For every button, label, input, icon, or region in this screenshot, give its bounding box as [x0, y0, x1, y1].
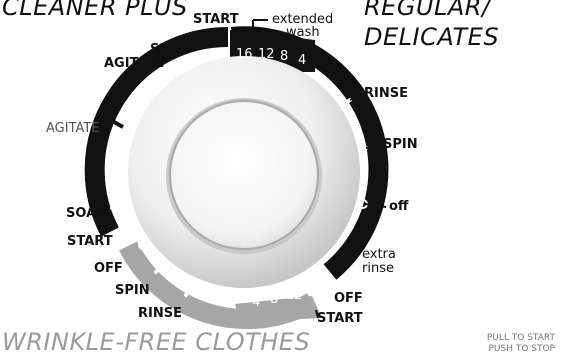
wrinkle-free-title: WRINKLE-FREE CLOTHES [2, 328, 311, 356]
regular-spin-label: SPIN [383, 137, 418, 152]
extra-rinse-off-label: OFF [334, 291, 363, 306]
extended-wash-start-label: START [193, 12, 239, 27]
cleaner-plus-soak-label: SOAK [66, 206, 107, 221]
extended-wash-minute: 16 [236, 47, 253, 62]
regular-off-label: off [389, 199, 409, 214]
wrinkle-free-spin-label: SPIN [115, 283, 150, 298]
extra-rinse-off-dot [313, 266, 323, 276]
extended-wash-minute: 4 [298, 53, 306, 68]
timer-knob[interactable] [128, 56, 360, 288]
wrinkle-free-strip [235, 296, 322, 322]
extended-wash-minute: 8 [280, 49, 288, 64]
cleaner-plus-agitate-label: AGITATE [46, 121, 100, 136]
pull-to-start-text: PULL TO START [486, 333, 555, 343]
cleaner-plus-start-label: START [67, 234, 113, 249]
cleaner-plus-agitate-top-label: AGITATE [104, 56, 165, 71]
regular-title-line2: DELICATES [364, 23, 500, 51]
wrinkle-free-rinse-label: RINSE [138, 306, 182, 321]
cleaner-plus-spin-label: SPIN [150, 42, 185, 57]
wrinkle-free-off-label: OFF [94, 261, 123, 276]
extended-wash-minute: 12 [258, 47, 275, 62]
cleaner-plus-title: CLEANER PLUS [2, 0, 188, 21]
push-to-stop-text: PUSH TO STOP [488, 344, 555, 354]
wrinkle-free-minute: 12 [286, 288, 303, 303]
extra-rinse-label-line1: extra [362, 247, 396, 262]
extra-rinse-label-line2: rinse [362, 261, 394, 276]
wrinkle-free-off-dot [138, 240, 148, 250]
dial-graphic: 16 12 8 4 4 8 12 [84, 19, 389, 330]
agitate-tick [113, 120, 124, 129]
regular-title-line1: REGULAR/ [364, 0, 491, 21]
wrinkle-free-minute: 4 [252, 295, 260, 310]
regular-start-label: START [317, 311, 363, 326]
extended-wash-label-line2: wash [286, 25, 320, 40]
wrinkle-free-minute: 8 [270, 292, 278, 307]
regular-rinse-label: RINSE [364, 86, 408, 101]
washer-cycle-control-panel: 16 12 8 4 4 8 12 CLEANER PLUS REGULAR/ D… [0, 0, 561, 358]
